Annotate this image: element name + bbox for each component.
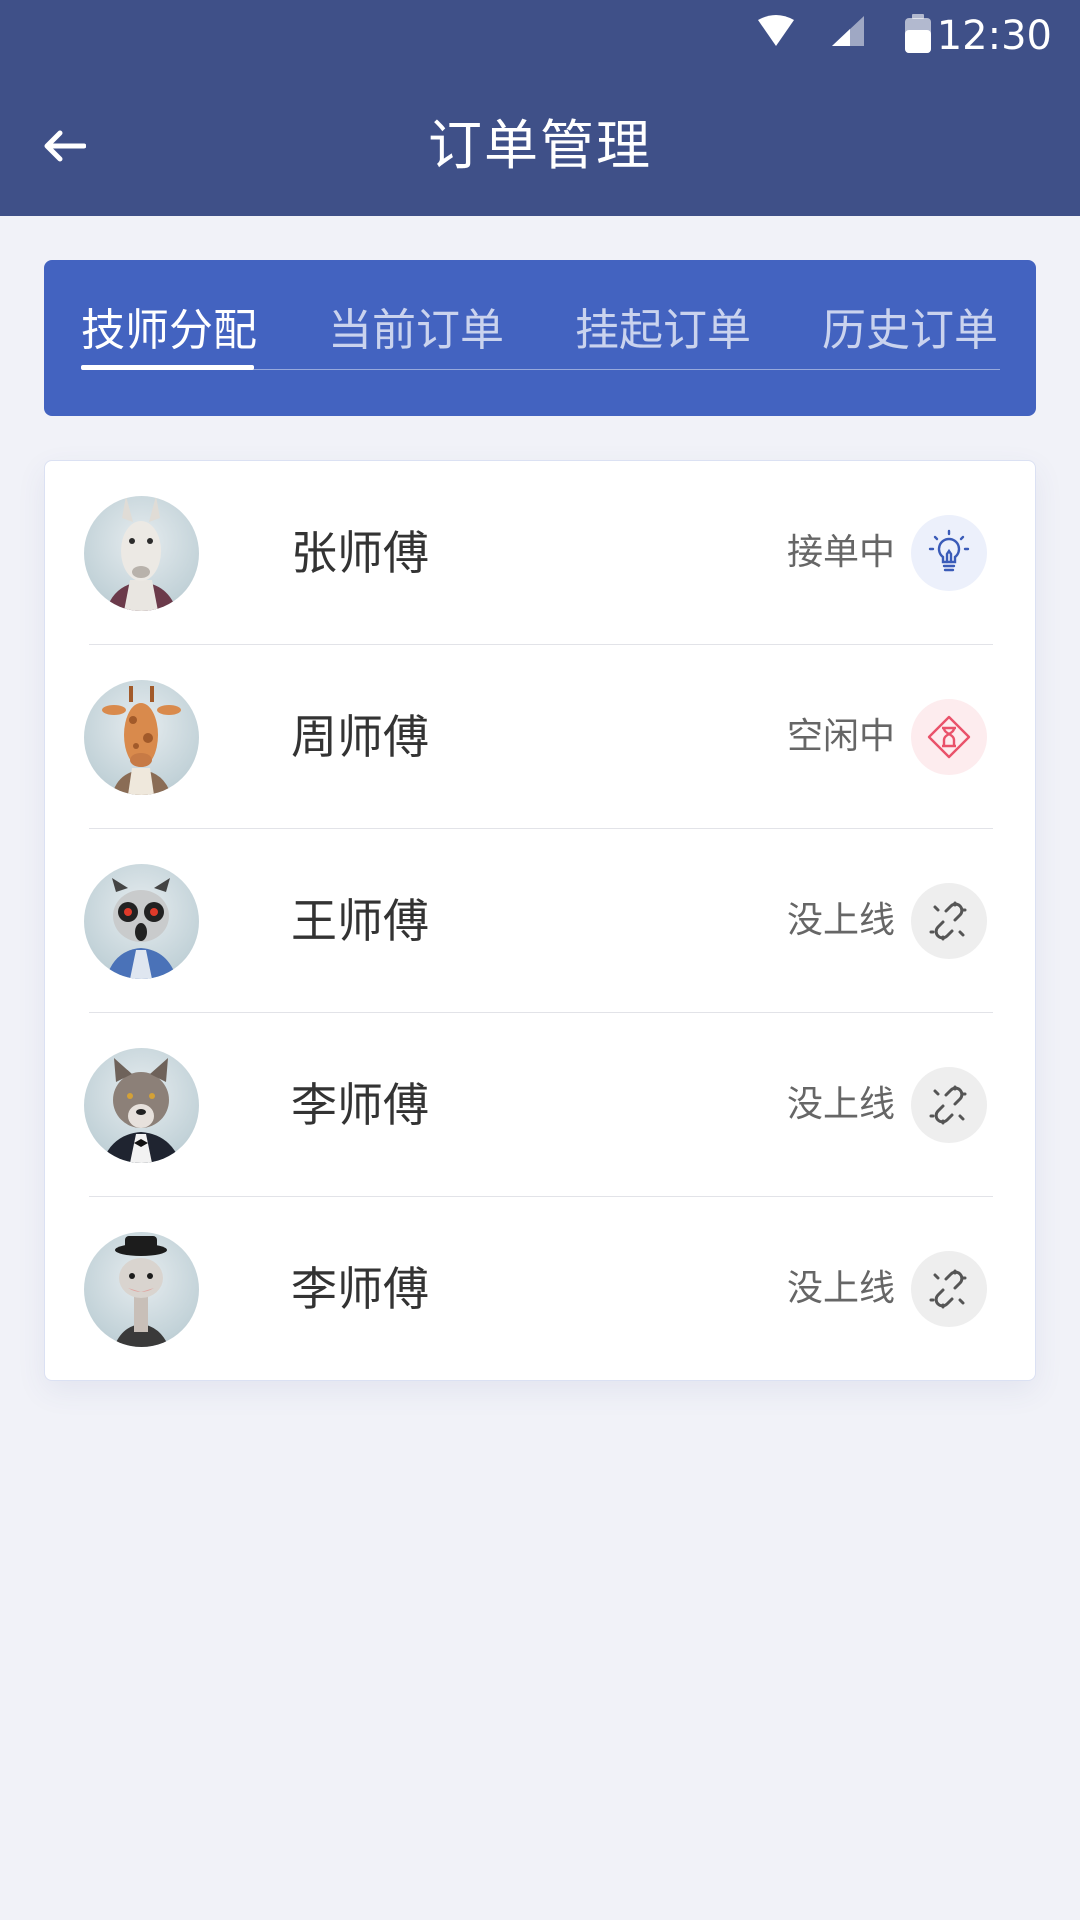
status-label: 接单中 [786, 532, 895, 573]
technician-list: 张师傅 接单中 周师傅 空闲中 王师傅 没上线 李师傅 没上线 李师傅 没上线 [44, 460, 1036, 1381]
list-item[interactable]: 李师傅 没上线 [45, 1013, 1037, 1197]
status-time: 12:30 [936, 13, 1052, 59]
tab-current-orders[interactable]: 当前订单 [328, 298, 504, 364]
status-badge [911, 883, 987, 959]
signal-icon [832, 16, 864, 46]
wolf-avatar [84, 1048, 199, 1163]
status-label: 没上线 [786, 1084, 895, 1125]
technician-name: 周师傅 [291, 710, 429, 764]
broken-link-icon [929, 901, 967, 941]
status-badge [911, 1251, 987, 1327]
list-item[interactable]: 李师傅 没上线 [45, 1197, 1037, 1381]
status-badge [911, 699, 987, 775]
tab-technician-assign[interactable]: 技师分配 [81, 298, 257, 364]
tab-bar: 技师分配 当前订单 挂起订单 历史订单 [44, 260, 1036, 416]
hourglass-icon [927, 715, 971, 759]
technician-name: 王师傅 [291, 894, 429, 948]
tab-history-orders[interactable]: 历史订单 [822, 298, 998, 364]
list-item[interactable]: 周师傅 空闲中 [45, 645, 1037, 829]
status-bar: 12:30 [0, 0, 1080, 72]
broken-link-icon [929, 1085, 967, 1125]
app-header: 12:30 订单管理 [0, 0, 1080, 216]
status-label: 空闲中 [786, 716, 895, 757]
lightbulb-icon [928, 529, 970, 572]
tab-pending-orders[interactable]: 挂起订单 [575, 298, 751, 364]
page-title: 订单管理 [428, 114, 652, 177]
lemur-avatar [84, 864, 199, 979]
broken-link-icon [929, 1269, 967, 1309]
technician-name: 张师傅 [291, 526, 429, 580]
list-item[interactable]: 张师傅 接单中 [45, 461, 1037, 645]
llama-avatar [84, 496, 199, 611]
technician-name: 李师傅 [291, 1078, 429, 1132]
ostrich-avatar [84, 1232, 199, 1347]
status-label: 没上线 [786, 900, 895, 941]
status-badge [911, 1067, 987, 1143]
battery-icon [905, 14, 931, 53]
giraffe-avatar [84, 680, 199, 795]
status-label: 没上线 [786, 1268, 895, 1309]
active-tab-indicator [81, 365, 254, 370]
technician-name: 李师傅 [291, 1262, 429, 1316]
wifi-icon [758, 15, 794, 46]
list-item[interactable]: 王师傅 没上线 [45, 829, 1037, 1013]
status-badge [911, 515, 987, 591]
